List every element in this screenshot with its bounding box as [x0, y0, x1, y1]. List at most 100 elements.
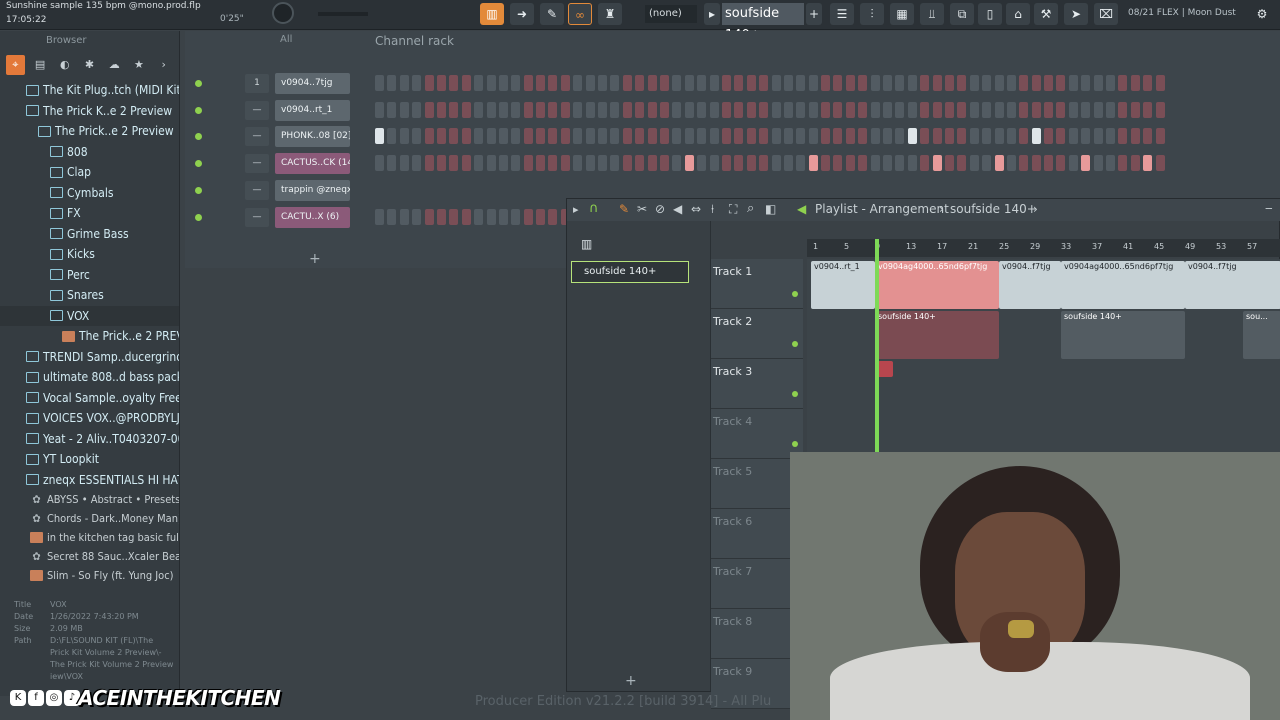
step-button[interactable] [536, 209, 546, 225]
pattern-clip[interactable]: sou... [1243, 311, 1280, 359]
step-button[interactable] [449, 209, 459, 225]
step-button[interactable] [498, 209, 508, 225]
browser-folder[interactable]: The Prick..e 2 PREVIEW [0, 326, 179, 347]
step-button[interactable] [969, 102, 979, 118]
step-button[interactable] [722, 182, 731, 198]
step-button[interactable] [1032, 182, 1041, 198]
step-button[interactable] [771, 155, 781, 171]
step-button[interactable] [920, 128, 930, 144]
play-arrow-icon[interactable]: ▸ [704, 3, 720, 25]
step-button[interactable] [907, 75, 917, 91]
mixer-icon[interactable]: ⫫ [920, 3, 944, 25]
step-button[interactable] [1143, 75, 1153, 91]
step-button[interactable] [486, 102, 496, 118]
step-button[interactable] [672, 128, 682, 144]
all-files-icon[interactable]: ⌖ [6, 55, 25, 75]
step-button[interactable] [412, 128, 422, 144]
browser-icon[interactable]: ▯ [978, 3, 1002, 25]
step-button[interactable] [920, 75, 930, 91]
tools-icon[interactable]: ⚒ [1034, 3, 1058, 25]
step-button[interactable] [783, 128, 793, 144]
pencil-icon[interactable]: ✎ [619, 202, 629, 216]
track-mute-led[interactable] [792, 291, 798, 297]
link-icon[interactable]: ∞ [568, 3, 592, 25]
step-button[interactable] [1093, 155, 1103, 171]
step-button[interactable] [883, 182, 892, 198]
step-button[interactable] [1056, 155, 1066, 171]
step-button[interactable] [772, 182, 781, 198]
step-button[interactable] [1118, 128, 1128, 144]
step-button[interactable] [635, 155, 645, 171]
step-button[interactable] [461, 75, 471, 91]
step-button[interactable] [573, 155, 583, 171]
step-button[interactable] [833, 128, 843, 144]
step-button[interactable] [610, 102, 620, 118]
select-icon[interactable]: ⛶ [729, 202, 737, 217]
pattern-clip[interactable]: soufside 140+ [875, 311, 999, 359]
step-button[interactable] [710, 182, 719, 198]
step-button[interactable] [560, 102, 570, 118]
step-button[interactable] [449, 75, 459, 91]
step-button[interactable] [1143, 155, 1153, 171]
channel-led[interactable] [195, 187, 202, 194]
channel-mixer-number[interactable]: — [245, 127, 269, 146]
step-button[interactable] [969, 75, 979, 91]
audio-clip[interactable]: v0904ag4000..65nd6pf7tjg [875, 261, 999, 309]
step-button[interactable] [623, 182, 632, 198]
step-button[interactable] [771, 75, 781, 91]
step-button[interactable] [536, 75, 546, 91]
browser-preset[interactable]: ✿ Chords - Dark..Money Man) [0, 509, 179, 528]
step-button[interactable] [944, 75, 954, 91]
step-button[interactable] [462, 182, 471, 198]
step-button[interactable] [746, 102, 756, 118]
step-button[interactable] [598, 182, 607, 198]
step-button[interactable] [1155, 155, 1165, 171]
step-button[interactable] [585, 75, 595, 91]
step-button[interactable] [1118, 155, 1128, 171]
step-button[interactable] [796, 182, 805, 198]
step-button[interactable] [845, 128, 855, 144]
step-button[interactable] [759, 182, 768, 198]
step-button[interactable] [424, 75, 434, 91]
step-button[interactable] [1044, 75, 1054, 91]
step-button[interactable] [560, 128, 570, 144]
browser-folder[interactable]: Grime Bass [0, 224, 179, 245]
pattern-item[interactable]: soufside 140+ [571, 261, 689, 283]
step-button[interactable] [808, 155, 818, 171]
step-button[interactable] [536, 155, 546, 171]
step-button[interactable] [1056, 128, 1066, 144]
step-button[interactable] [1019, 75, 1029, 91]
step-button[interactable] [436, 209, 446, 225]
step-button[interactable] [474, 102, 484, 118]
step-button[interactable] [994, 128, 1004, 144]
step-button[interactable] [511, 182, 520, 198]
step-button[interactable] [932, 102, 942, 118]
track-mute-led[interactable] [792, 391, 798, 397]
step-button[interactable] [883, 155, 893, 171]
step-button[interactable] [759, 155, 769, 171]
step-button[interactable] [412, 155, 422, 171]
step-button[interactable] [870, 128, 880, 144]
step-button[interactable] [1155, 75, 1165, 91]
step-button[interactable] [598, 102, 608, 118]
step-button[interactable] [424, 209, 434, 225]
step-button[interactable] [536, 102, 546, 118]
step-button[interactable] [883, 128, 893, 144]
step-button[interactable] [387, 128, 397, 144]
step-button[interactable] [424, 155, 434, 171]
step-button[interactable] [871, 182, 880, 198]
step-button[interactable] [498, 128, 508, 144]
step-button[interactable] [598, 128, 608, 144]
step-button[interactable] [1130, 155, 1140, 171]
step-button[interactable] [845, 75, 855, 91]
file-icon[interactable]: ▤ [31, 55, 50, 75]
step-button[interactable] [1068, 155, 1078, 171]
channel-led[interactable] [195, 107, 202, 114]
step-button[interactable] [796, 155, 806, 171]
plugin-icon[interactable]: ⌂ [1006, 3, 1030, 25]
step-button[interactable] [412, 209, 422, 225]
channel-name-button[interactable]: CACTU..X (6) [275, 207, 350, 228]
step-button[interactable] [523, 102, 533, 118]
step-button[interactable] [1130, 75, 1140, 91]
step-button[interactable] [610, 75, 620, 91]
